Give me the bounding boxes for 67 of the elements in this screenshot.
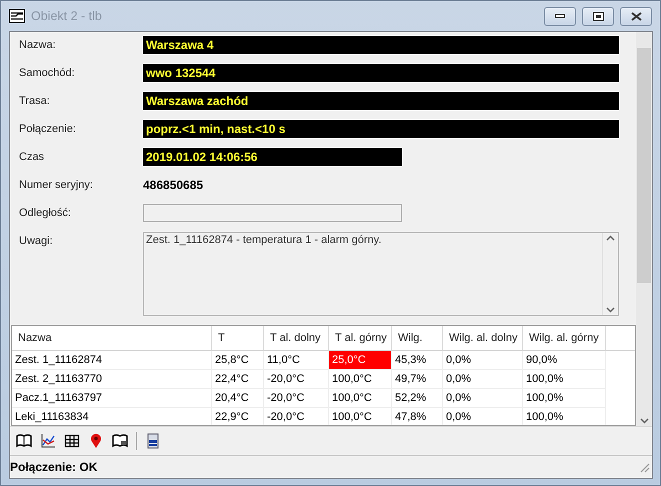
map-pin-icon[interactable] [88,433,104,449]
minimize-button[interactable] [544,6,576,26]
maximize-icon [592,12,604,20]
serial-number: 486850685 [143,177,204,194]
column-header[interactable]: T al. dolny [264,326,329,350]
value-display: Warszawa 4 [143,36,619,54]
book-icon[interactable] [16,433,32,449]
notes-box[interactable]: Zest. 1_11162874 - temperatura 1 - alarm górny. [143,232,619,316]
scroll-up-icon[interactable] [606,235,615,241]
close-button[interactable] [620,6,652,26]
column-header[interactable]: Nazwa [12,326,212,350]
value-display: wwo 132544 [143,64,619,82]
notes-text: Zest. 1_11162874 - temperatura 1 - alarm górny. [145,233,382,248]
table-cell: Pacz.1_11163797 [12,389,212,408]
value-display: poprz.<1 min, nast.<10 s [143,120,619,138]
table-cell: 20,4°C [212,389,264,408]
column-header[interactable]: T al. górny [329,326,392,350]
table-cell: 100,0% [523,370,606,389]
scroll-down-icon[interactable] [606,307,615,313]
table-cell: 25,8°C [212,351,264,370]
field-label: Trasa: [19,94,51,109]
table-cell: 0,0% [443,408,523,425]
device-icon[interactable] [145,433,161,449]
column-header[interactable]: Wilg. [392,326,443,350]
table-cell: 52,2% [392,389,443,408]
field-label: Połączenie: [19,122,77,137]
field-label: Odległość: [19,206,72,221]
table-cell: 45,3% [392,351,443,370]
column-header[interactable]: T [212,326,264,350]
table-cell: 100,0°C [329,389,392,408]
table-cell: 22,4°C [212,370,264,389]
table-cell: 11,0°C [264,351,329,370]
table-cell: 0,0% [443,389,523,408]
field-label: Nazwa: [19,38,57,53]
field-label: Numer seryjny: [19,178,94,193]
table-cell: Zest. 2_11163770 [12,370,212,389]
table-cell: 100,0% [523,389,606,408]
scroll-down-icon[interactable] [640,418,648,424]
value-display: Warszawa zachód [143,92,619,110]
status-text: Połączenie: OK [10,460,98,474]
app-icon [9,9,25,23]
grid-icon[interactable] [64,433,80,449]
table-cell: 90,0% [523,351,606,370]
book-icon[interactable] [112,433,128,449]
column-header[interactable]: Wilg. al. dolny [443,326,523,350]
table-cell: 49,7% [392,370,443,389]
field-label: Uwagi: [19,234,54,249]
close-icon [630,12,642,20]
line-chart-icon[interactable] [40,433,56,449]
input-field[interactable] [143,204,402,222]
resize-grip-icon[interactable] [638,461,650,473]
table-cell: 47,8% [392,408,443,425]
table-cell: 0,0% [443,370,523,389]
table-cell: Zest. 1_11162874 [12,351,212,370]
table-cell: -20,0°C [264,389,329,408]
minimize-icon [555,14,565,18]
maximize-button[interactable] [582,6,614,26]
value-display: 2019.01.02 14:06:56 [143,148,402,166]
window-title: Obiekt 2 - tlb [31,9,103,23]
field-label: Samochód: [19,66,76,81]
table-cell: -20,0°C [264,370,329,389]
table-cell: 25,0°C [329,351,392,370]
field-label: Czas [19,150,46,165]
column-header[interactable]: Wilg. al. górny [523,326,606,350]
table-cell: 0,0% [443,351,523,370]
scrollbar[interactable] [636,32,652,426]
table-cell: 100,0°C [329,370,392,389]
